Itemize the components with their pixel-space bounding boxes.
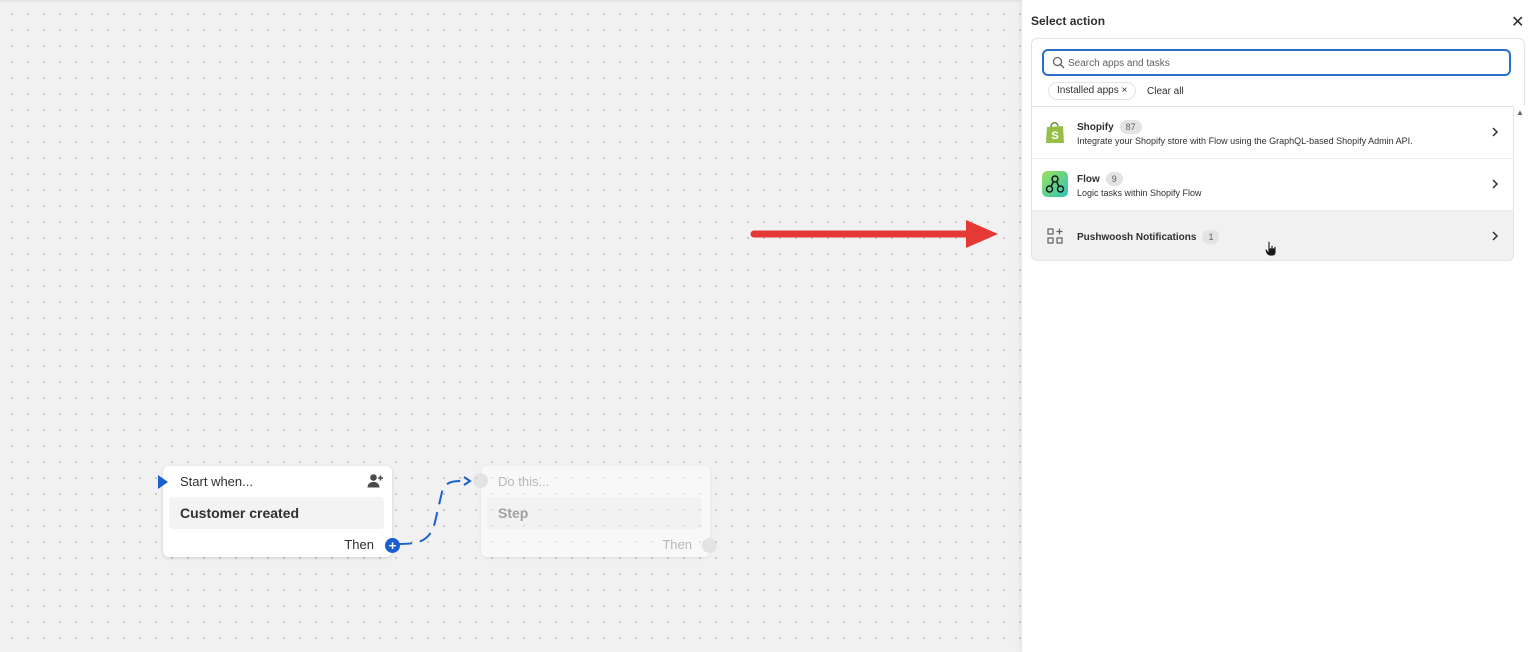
app-item-shopify[interactable]: S Shopify 87 Integrate your Shopify store…	[1032, 107, 1513, 159]
workflow-canvas[interactable]: Start when... Customer created Then + Do…	[0, 0, 1022, 652]
task-count-badge: 9	[1105, 172, 1123, 186]
app-item-title: Flow 9	[1077, 172, 1123, 186]
app-item-name: Flow	[1077, 174, 1100, 185]
svg-text:S: S	[1051, 130, 1058, 142]
action-node[interactable]: Do this... Step Then	[473, 466, 717, 557]
trigger-node-header: Start when...	[180, 474, 253, 489]
chevron-right-icon	[1492, 179, 1499, 189]
trigger-node[interactable]: Start when... Customer created Then +	[158, 466, 400, 557]
input-handle-icon	[473, 473, 488, 488]
apps-grid-icon	[1047, 228, 1063, 244]
output-handle-icon	[702, 538, 717, 553]
app-item-title: Shopify 87	[1077, 120, 1142, 134]
task-count-badge: 1	[1202, 230, 1220, 244]
clear-all-button[interactable]: Clear all	[1147, 86, 1184, 97]
hand-cursor-icon	[1264, 241, 1277, 257]
trigger-node-then-label: Then	[344, 537, 374, 552]
app-item-name: Shopify	[1077, 122, 1114, 133]
panel-title: Select action	[1031, 14, 1106, 28]
shopify-bag-icon: S	[1046, 122, 1064, 143]
app-item-description: Integrate your Shopify store with Flow u…	[1077, 136, 1413, 146]
app-item-title: Pushwoosh Notifications 1	[1077, 230, 1220, 244]
action-node-then-label: Then	[662, 537, 692, 552]
select-action-panel: Select action ✕ Installed apps × Clear a…	[1022, 0, 1530, 652]
app-item-name: Pushwoosh Notifications	[1077, 232, 1197, 243]
search-box[interactable]	[1042, 49, 1511, 76]
close-icon[interactable]: ✕	[1511, 12, 1524, 32]
annotation-arrow-icon	[750, 220, 998, 248]
trigger-node-title: Customer created	[169, 497, 384, 529]
task-count-badge: 87	[1119, 120, 1142, 134]
app-list: S Shopify 87 Integrate your Shopify store…	[1031, 106, 1514, 261]
search-input[interactable]	[1068, 54, 1498, 72]
search-area: Installed apps × Clear all	[1031, 38, 1525, 106]
action-node-title: Step	[487, 497, 702, 529]
chevron-right-icon	[1492, 231, 1499, 241]
search-icon	[1052, 56, 1065, 69]
app-item-flow[interactable]: Flow 9 Logic tasks within Shopify Flow	[1032, 159, 1513, 211]
chevron-right-icon	[1492, 127, 1499, 137]
app-item-description: Logic tasks within Shopify Flow	[1077, 188, 1202, 198]
flow-icon	[1042, 171, 1068, 197]
installed-apps-filter-chip[interactable]: Installed apps ×	[1048, 82, 1137, 100]
scroll-up-icon[interactable]: ▲	[1516, 108, 1524, 117]
trigger-marker-icon	[158, 475, 168, 489]
connector-line	[397, 476, 472, 545]
action-node-header: Do this...	[498, 474, 550, 489]
